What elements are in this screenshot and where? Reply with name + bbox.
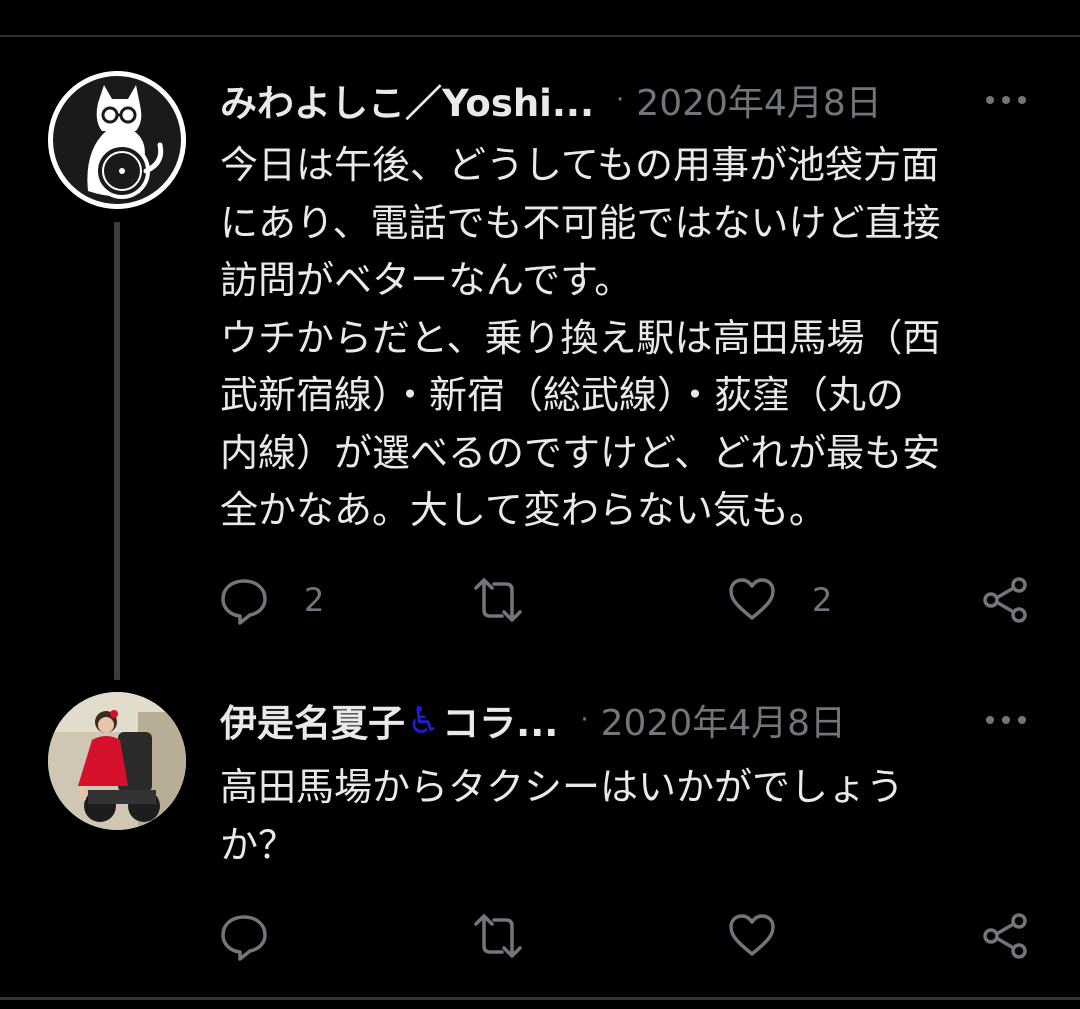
more-options-icon[interactable]	[976, 700, 1036, 740]
timestamp[interactable]: 2020年4月8日	[601, 694, 846, 746]
timestamp[interactable]: 2020年4月8日	[636, 74, 881, 126]
avatar[interactable]	[48, 692, 186, 830]
display-name-text: 伊是名夏子	[220, 702, 405, 745]
share-icon	[983, 577, 1027, 623]
tweet-text: 高田馬場からタクシーはいかがでしょう か？	[220, 765, 905, 867]
reply-button[interactable]	[218, 906, 304, 966]
share-button[interactable]	[980, 570, 1032, 630]
reply-icon	[221, 579, 267, 625]
share-icon	[983, 913, 1027, 959]
like-button[interactable]: 2	[726, 570, 832, 630]
person-photo-avatar	[48, 692, 186, 830]
heart-icon	[729, 914, 775, 956]
tweet-header: 伊是名夏子 ♿ コラ... · 2020年4月8日	[220, 690, 940, 750]
thread-connector-line	[114, 222, 120, 680]
like-button[interactable]	[726, 906, 812, 966]
retweet-button[interactable]	[470, 570, 560, 630]
heart-icon	[729, 578, 775, 620]
like-count: 2	[812, 581, 833, 619]
retweet-icon	[474, 914, 522, 958]
more-options-icon[interactable]	[976, 80, 1036, 120]
separator-dot: ·	[616, 85, 625, 115]
tweet-text: 今日は午後、どうしてもの用事が池袋方面 にあり、電話でも不可能ではないけど直接 …	[220, 143, 941, 532]
share-button[interactable]	[980, 906, 1032, 966]
bottom-divider	[0, 997, 1080, 1009]
reply-icon	[221, 915, 267, 961]
reply-count: 2	[304, 581, 325, 619]
avatar[interactable]	[48, 71, 186, 209]
display-name-suffix: コラ...	[442, 702, 559, 745]
retweet-button[interactable]	[470, 906, 560, 966]
accessibility-icon: ♿	[407, 698, 441, 742]
cat-wheelchair-icon	[48, 71, 186, 209]
display-name[interactable]: 伊是名夏子 ♿ コラ...	[220, 693, 558, 747]
top-divider	[0, 0, 1080, 37]
retweet-icon	[474, 578, 522, 622]
reply-button[interactable]: 2	[218, 570, 324, 630]
display-name[interactable]: みわよしこ／Yoshi...	[220, 73, 594, 127]
tweet-header: みわよしこ／Yoshi... · 2020年4月8日	[220, 70, 940, 130]
separator-dot: ·	[580, 705, 589, 735]
